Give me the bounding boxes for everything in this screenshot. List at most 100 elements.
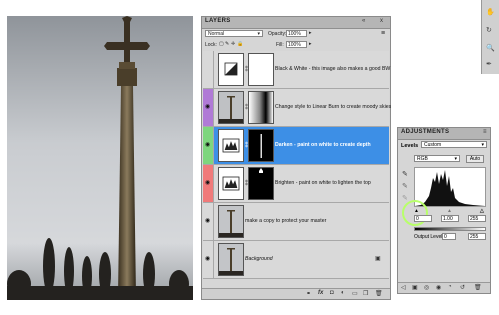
adjustment-icon[interactable]: ◐	[341, 290, 345, 296]
link-icon[interactable]: ⚭	[306, 290, 311, 297]
adjustments-bottom-bar: ◁ ▣ ◎ ◉ ◔ ↺ 🗑	[398, 282, 490, 293]
panel-menu-icon[interactable]: ≡	[381, 30, 385, 37]
input-gamma-field[interactable]: 1.00	[441, 215, 459, 222]
layer-name[interactable]: Background	[245, 256, 273, 262]
trash-icon[interactable]: 🗑	[375, 290, 383, 297]
output-black-field[interactable]: 0	[442, 233, 456, 240]
levels-adjustment-icon	[222, 176, 240, 191]
column-thumbnail-image	[219, 244, 243, 275]
panel-menu-icon[interactable]: ≡	[483, 129, 487, 135]
lock-position-icon[interactable]: ✛	[231, 41, 235, 47]
hand-icon[interactable]: ✋	[486, 8, 495, 16]
rotate-icon[interactable]: ↻	[486, 26, 492, 34]
collapse-icon[interactable]: «	[362, 18, 365, 24]
white-input-handle[interactable]: △	[480, 208, 484, 214]
expand-icon[interactable]: ▣	[412, 284, 418, 291]
layer-row-darken-selected[interactable]: ◉ ⁑ Darken - paint on white to create de…	[203, 127, 389, 165]
clip-icon[interactable]: ◎	[424, 284, 429, 291]
layers-tab[interactable]: LAYERS	[205, 18, 231, 24]
gray-point-eyedropper-icon[interactable]: ✎	[402, 182, 408, 190]
adjustment-thumbnail	[218, 53, 244, 86]
blend-row: Normal ▾ Opacity: 100% ▸ ≡	[202, 29, 390, 40]
levels-header-row: Levels Custom ▾	[401, 141, 489, 151]
levels-title: Levels	[401, 143, 419, 149]
layer-name[interactable]: Brighten - paint on white to lighten the…	[275, 180, 371, 186]
levels-adjustment-icon	[222, 138, 240, 153]
back-arrow-icon[interactable]: ◁	[401, 284, 406, 291]
opacity-label: Opacity:	[268, 31, 287, 37]
tool-strip: ✋ ↻ 🔍 ✒	[481, 0, 499, 74]
mask-thumbnail	[248, 91, 274, 124]
auto-button[interactable]: Auto	[466, 155, 484, 163]
chevron-right-icon[interactable]: ▸	[309, 41, 312, 47]
layer-row-linear-burn[interactable]: ◉ ⁑ Change style to Linear Burn to creat…	[203, 89, 391, 127]
pen-icon[interactable]: ✒	[486, 60, 492, 68]
visibility-toggle[interactable]: ◉	[203, 241, 214, 278]
chevron-down-icon: ▾	[481, 142, 484, 148]
input-white-field[interactable]: 255	[468, 215, 486, 222]
zoom-icon[interactable]: 🔍	[486, 44, 495, 52]
layer-name[interactable]: Black & White - this image also makes a …	[275, 66, 390, 72]
eye-icon: ◉	[205, 218, 211, 224]
lock-row: Lock: ▢ ✎ ✛ 🔒 Fill: 100% ▸	[202, 40, 390, 51]
adjustments-tab[interactable]: ADJUSTMENTS	[401, 129, 449, 135]
lock-all-icon[interactable]: 🔒	[237, 41, 243, 47]
visibility-toggle[interactable]: ◉	[203, 165, 214, 202]
layer-row-brighten[interactable]: ◉ ⁑ Brighten - paint on white to lighten…	[203, 165, 389, 203]
layer-row-black-white[interactable]: ⁑ Black & White - this image also makes …	[203, 51, 390, 89]
reset-icon[interactable]: ↺	[460, 284, 465, 291]
output-row: Output Levels: 0 255	[414, 233, 489, 242]
fx-icon[interactable]: fx	[318, 290, 323, 296]
bw-adjustment-icon	[224, 62, 238, 76]
adjustments-tabbar: ADJUSTMENTS ≡	[398, 128, 490, 140]
blend-mode-value: Normal	[208, 31, 225, 37]
layer-name[interactable]: make a copy to protect your master	[245, 218, 326, 224]
previous-state-icon[interactable]: ◔	[448, 284, 452, 290]
layer-name[interactable]: Darken - paint on white to create depth	[275, 142, 371, 148]
levels-histogram	[414, 167, 486, 207]
mask-thumbnail	[248, 53, 274, 86]
column-photo-image	[7, 16, 193, 300]
gradient-mask-image	[249, 92, 273, 123]
black-point-eyedropper-icon[interactable]: ✎	[402, 170, 408, 178]
layer-thumbnail	[218, 91, 244, 124]
mask-icon[interactable]: ◘	[330, 290, 334, 296]
chevron-down-icon: ▾	[454, 156, 457, 162]
close-icon[interactable]: x	[380, 18, 383, 24]
layer-row-background[interactable]: ◉ Background ▣	[203, 241, 389, 279]
layers-panel: LAYERS « x Normal ▾ Opacity: 100% ▸ ≡ Lo…	[201, 16, 391, 300]
output-white-field[interactable]: 255	[468, 233, 486, 240]
new-layer-icon[interactable]: ❐	[363, 290, 368, 297]
channel-value: RGB	[417, 156, 428, 162]
white-point-eyedropper-icon[interactable]: ✎	[402, 194, 408, 202]
eye-icon: ◉	[205, 142, 211, 148]
trash-icon[interactable]: 🗑	[474, 284, 482, 291]
histogram-graph	[415, 170, 485, 206]
column-thumbnail-image	[219, 92, 243, 123]
folder-icon[interactable]: ▭	[352, 290, 358, 297]
layer-name[interactable]: Change style to Linear Burn to create mo…	[275, 104, 391, 110]
gamma-input-handle[interactable]: ▲	[447, 208, 452, 214]
visibility-toggle[interactable]	[203, 51, 214, 88]
visibility-toggle[interactable]: ◉	[203, 127, 214, 164]
lock-transparency-icon[interactable]: ▢	[219, 41, 224, 47]
lock-pixels-icon[interactable]: ✎	[225, 41, 229, 47]
channel-select[interactable]: RGB ▾	[414, 155, 460, 162]
blend-mode-select[interactable]: Normal ▾	[205, 30, 263, 37]
visibility-icon[interactable]: ◉	[436, 284, 441, 291]
document-canvas-photo[interactable]	[7, 16, 193, 300]
brighten-mask-image	[259, 168, 263, 173]
visibility-toggle[interactable]: ◉	[203, 203, 214, 240]
column-thumbnail-image	[219, 206, 243, 237]
chevron-right-icon[interactable]: ▸	[309, 30, 312, 36]
preset-select[interactable]: Custom ▾	[421, 141, 487, 148]
fill-input[interactable]: 100%	[286, 41, 307, 48]
layers-bottom-bar: ⚭ fx ◘ ◐ ▭ ❐ 🗑	[202, 288, 390, 299]
opacity-input[interactable]: 100%	[286, 30, 307, 37]
input-black-field[interactable]: 0	[414, 215, 432, 222]
layer-row-copy[interactable]: ◉ make a copy to protect your master	[203, 203, 389, 241]
channel-row: RGB ▾ Auto	[414, 155, 489, 165]
lock-icon: ▣	[375, 256, 381, 262]
lock-label: Lock:	[205, 42, 217, 48]
visibility-toggle[interactable]: ◉	[203, 89, 214, 126]
